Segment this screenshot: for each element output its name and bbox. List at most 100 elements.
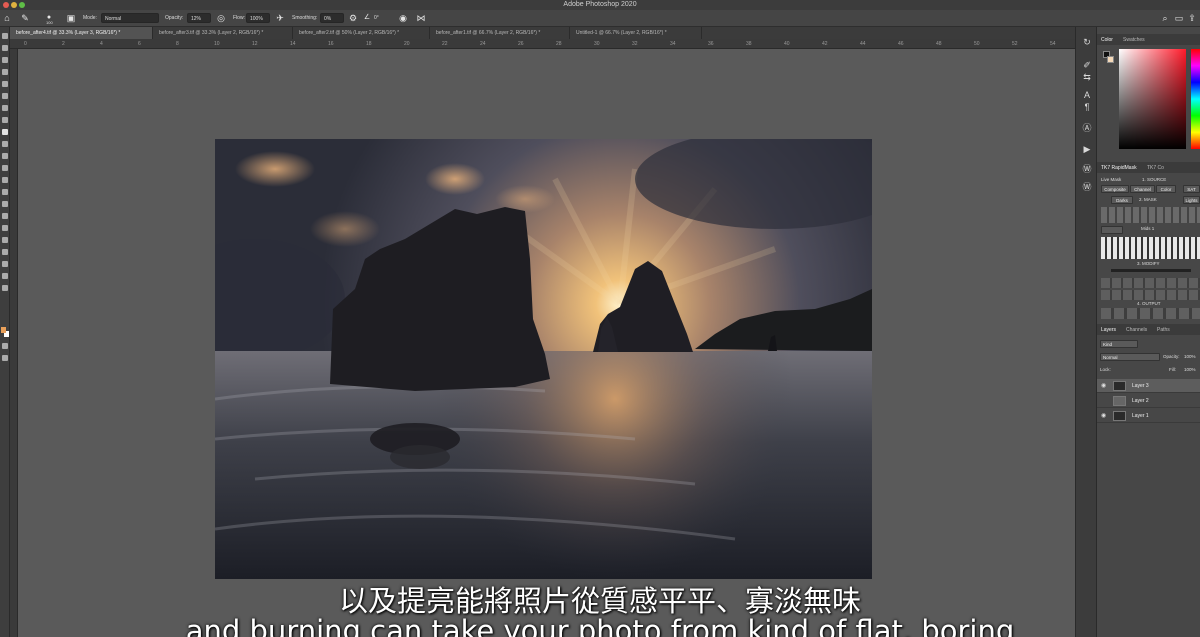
share-icon[interactable]: ⇪ [1187, 13, 1197, 23]
vertical-ruler[interactable] [10, 49, 18, 637]
tab-tk7-rapidmask[interactable]: TK7 RapidMask [1101, 165, 1137, 171]
tab-paths[interactable]: Paths [1157, 327, 1170, 333]
brush-settings-icon[interactable]: ▣ [66, 13, 76, 23]
document-image[interactable] [215, 139, 872, 579]
more-tools-icon[interactable] [2, 285, 8, 291]
tab-untitled-1[interactable]: Untitled-1 @ 66.7% (Layer 2, RGB/16*) * [570, 27, 702, 39]
output-buttons-row[interactable] [1101, 308, 1200, 319]
quick-mask-icon[interactable] [2, 343, 8, 349]
tab-color[interactable]: Color [1101, 37, 1113, 43]
frame-tool-icon[interactable] [2, 93, 8, 99]
plugin-w2-icon[interactable]: Ⓦ [1082, 182, 1092, 192]
healing-tool-icon[interactable] [2, 117, 8, 123]
pen-tool-icon[interactable] [2, 213, 8, 219]
actions-icon[interactable]: ▶ [1082, 144, 1092, 154]
tab-before-after2[interactable]: before_after2.tif @ 50% (Layer 2, RGB/16… [293, 27, 430, 39]
ruler-tick-label: 54 [1050, 41, 1056, 47]
screen-mode-icon[interactable] [2, 355, 8, 361]
gradient-tool-icon[interactable] [2, 177, 8, 183]
move-tool-icon[interactable] [2, 33, 8, 39]
layers-panel-tabs: Layers Channels Paths [1097, 324, 1200, 335]
marquee-tool-icon[interactable] [2, 45, 8, 51]
layer-opacity-value[interactable]: 100% [1184, 354, 1196, 359]
tab-tk7-co[interactable]: TK7 Co [1147, 165, 1164, 171]
workspace-icon[interactable]: ▭ [1174, 13, 1184, 23]
ruler-tick-label: 20 [404, 41, 410, 47]
adjustments-icon[interactable]: ⇆ [1082, 72, 1092, 82]
tab-before-after1[interactable]: before_after1.tif @ 66.7% (Layer 2, RGB/… [430, 27, 570, 39]
composite-button[interactable]: Composite [1101, 185, 1129, 193]
modify-buttons-row[interactable] [1101, 278, 1200, 288]
brush-tool-icon[interactable] [2, 129, 8, 135]
tab-layers[interactable]: Layers [1101, 327, 1116, 333]
ruler-tick-label: 34 [670, 41, 676, 47]
eyedropper-tool-icon[interactable] [2, 105, 8, 111]
history-brush-tool-icon[interactable] [2, 153, 8, 159]
pressure-size-icon[interactable]: ◉ [398, 13, 408, 23]
live-mask-checkbox[interactable]: Live Mask [1101, 177, 1121, 182]
blend-mode-select[interactable]: Normal [1100, 353, 1160, 361]
color-button[interactable]: Color [1156, 185, 1176, 193]
brush-settings-panel-icon[interactable]: ✐ [1082, 60, 1092, 70]
mode-select[interactable]: Normal [101, 13, 159, 23]
collapsed-panels-strip: ↻ ✐ ⇆ A ¶ Ⓐ ▶ Ⓦ Ⓦ [1075, 27, 1097, 637]
lights-button[interactable]: Lights [1183, 196, 1200, 204]
airbrush-icon[interactable]: ✈ [275, 13, 285, 23]
modify-buttons-row-2[interactable] [1101, 290, 1200, 300]
plugin-w-icon[interactable]: Ⓦ [1082, 164, 1092, 174]
angle-icon[interactable]: ∠ [362, 13, 372, 23]
background-color-chip[interactable] [1107, 56, 1114, 63]
ruler-tick-label: 26 [518, 41, 524, 47]
home-icon[interactable]: ⌂ [2, 13, 12, 23]
modify-slider[interactable] [1111, 269, 1191, 272]
layer-row-1[interactable]: ◉ Layer 1 [1097, 409, 1200, 423]
mask-gradient-buttons[interactable] [1101, 237, 1200, 259]
history-icon[interactable]: ↻ [1082, 37, 1092, 47]
quick-select-tool-icon[interactable] [2, 69, 8, 75]
smoothing-settings-icon[interactable]: ⚙ [348, 13, 358, 23]
sat-button[interactable]: SAT [1183, 185, 1200, 193]
shape-tool-icon[interactable] [2, 249, 8, 255]
tab-swatches[interactable]: Swatches [1123, 37, 1145, 43]
smoothing-input[interactable]: 0% [320, 13, 344, 23]
darks-button[interactable]: Darks [1111, 196, 1133, 204]
type-tool-icon[interactable] [2, 225, 8, 231]
clone-stamp-tool-icon[interactable] [2, 141, 8, 147]
layer-thumbnail [1113, 396, 1126, 406]
paragraph-icon[interactable]: ¶ [1082, 102, 1092, 112]
foreground-color-swatch[interactable] [1, 327, 6, 333]
opacity-input[interactable]: 12% [187, 13, 211, 23]
layer-row-3[interactable]: ◉ Layer 3 [1097, 379, 1200, 393]
symmetry-icon[interactable]: ⋈ [416, 13, 426, 23]
dodge-tool-icon[interactable] [2, 201, 8, 207]
layer-name: Layer 1 [1132, 413, 1149, 419]
channel-button[interactable]: Channel [1130, 185, 1155, 193]
ruler-tick-label: 2 [62, 41, 65, 47]
hue-slider[interactable] [1191, 49, 1200, 149]
tab-before-after3[interactable]: before_after3.tif @ 33.3% (Layer 2, RGB/… [153, 27, 293, 39]
lasso-tool-icon[interactable] [2, 57, 8, 63]
xtm-button[interactable] [1101, 226, 1123, 234]
color-picker-field[interactable] [1119, 49, 1186, 149]
zoom-tool-icon[interactable] [2, 273, 8, 279]
path-select-tool-icon[interactable] [2, 237, 8, 243]
zone-buttons-row[interactable] [1101, 207, 1200, 223]
visibility-eye-icon[interactable]: ◉ [1101, 412, 1106, 419]
tab-before-after4[interactable]: before_after4.tif @ 33.3% (Layer 3, RGB/… [10, 27, 153, 39]
eraser-tool-icon[interactable] [2, 165, 8, 171]
layer-row-2[interactable]: Layer 2 [1097, 394, 1200, 408]
pressure-opacity-icon[interactable]: ◎ [216, 13, 226, 23]
brush-tool-icon[interactable]: ✎ [20, 13, 30, 23]
blur-tool-icon[interactable] [2, 189, 8, 195]
crop-tool-icon[interactable] [2, 81, 8, 87]
tab-channels[interactable]: Channels [1126, 327, 1147, 333]
visibility-eye-icon[interactable]: ◉ [1101, 382, 1106, 389]
search-icon[interactable]: ⌕ [1160, 13, 1170, 23]
layer-filter-kind[interactable]: Kind [1100, 340, 1138, 348]
hand-tool-icon[interactable] [2, 261, 8, 267]
fill-value[interactable]: 100% [1184, 367, 1196, 372]
glyphs-icon[interactable]: Ⓐ [1082, 123, 1092, 133]
horizontal-ruler[interactable]: 0 2 4 6 8 10 12 14 16 18 20 22 24 26 28 30 32 34 36 38 40 42 4… [10, 39, 1075, 49]
character-icon[interactable]: A [1082, 90, 1092, 100]
flow-input[interactable]: 100% [246, 13, 270, 23]
